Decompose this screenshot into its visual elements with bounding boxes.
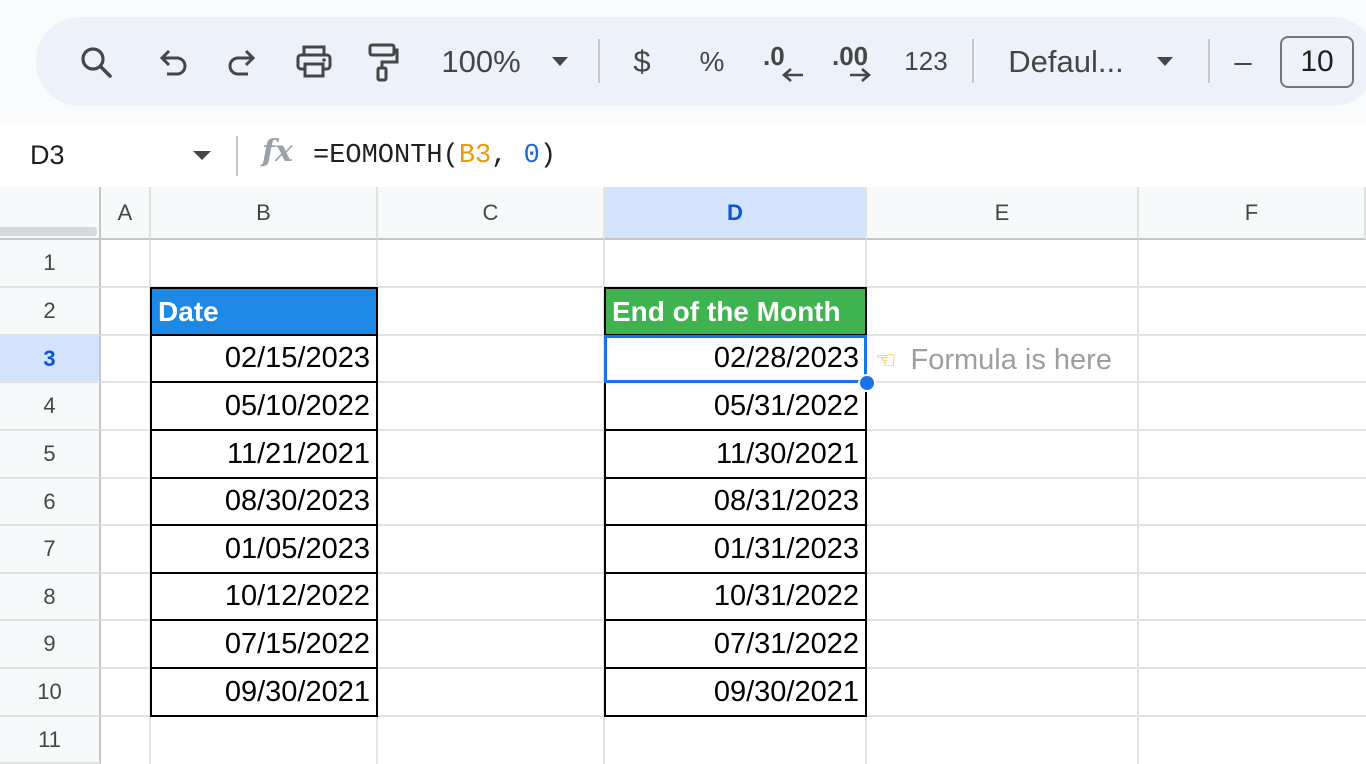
percent-format-button[interactable]: % [696,17,728,106]
row-header-7[interactable]: 7 [0,526,101,574]
fill-handle[interactable] [858,374,876,392]
date-cell[interactable]: 09/30/2021 [150,667,378,717]
formula-arg: 0 [523,140,540,171]
row-header-4[interactable]: 4 [0,383,101,431]
select-all-corner[interactable] [0,187,101,240]
pointing-hand-icon: ☜ [875,346,897,374]
end-of-month-cell[interactable]: 01/31/2023 [604,524,867,574]
function-icon: fx [262,134,293,169]
increase-decimal-button[interactable]: .00 [828,17,882,106]
toolbar-divider [598,39,600,83]
row-header-5[interactable]: 5 [0,431,101,479]
column-header-f[interactable]: F [1139,187,1366,240]
column-header-e[interactable]: E [867,187,1139,240]
row-header-3[interactable]: 3 [0,336,101,383]
formula-suffix: ) [539,140,557,171]
number-format-button[interactable]: 123 [902,17,950,106]
font-family-select[interactable]: Defaul... [1002,17,1130,106]
date-cell[interactable]: 01/05/2023 [150,524,378,574]
row-header-1[interactable]: 1 [0,240,101,288]
formula-bar: D3 fx =EOMONTH(B3, 0) [0,124,1366,187]
name-box[interactable]: D3 [30,124,65,187]
font-size-decrease-button[interactable]: – [1228,17,1258,106]
end-of-month-cell[interactable]: 08/31/2023 [604,477,867,526]
increase-decimal-arrow-icon [850,67,871,82]
date-cell[interactable]: 10/12/2022 [150,572,378,621]
row-header-2[interactable]: 2 [0,288,101,336]
end-of-month-cell[interactable]: 11/30/2021 [604,429,867,479]
search-icon[interactable] [74,17,118,106]
font-size-input[interactable]: 10 [1280,36,1354,88]
date-cell[interactable]: 11/21/2021 [150,429,378,479]
end-of-month-cell[interactable]: 02/28/2023 [604,334,867,383]
end-of-month-cell[interactable]: 09/30/2021 [604,667,867,717]
paint-format-icon[interactable] [361,17,405,106]
formula-note: ☜ Formula is here [875,337,1112,383]
date-cell[interactable]: 05/10/2022 [150,381,378,431]
date-header-cell[interactable]: Date [150,287,378,336]
undo-icon[interactable] [153,17,193,106]
toolbar-area: 100% $ % .0 .00 123 Defaul... – 10 [0,0,1366,124]
currency-format-button[interactable]: $ [626,17,658,106]
toolbar-divider [1208,39,1210,83]
date-cell[interactable]: 07/15/2022 [150,619,378,669]
caret-down-icon[interactable] [548,17,572,106]
formula-note-text: Formula is here [910,343,1112,376]
decrease-decimal-button[interactable]: .0 [758,17,808,106]
toolbar: 100% $ % .0 .00 123 Defaul... – [36,17,1366,106]
column-header-b[interactable]: B [151,187,378,240]
end-of-month-cell[interactable]: 07/31/2022 [604,619,867,669]
formula-prefix: =EOMONTH( [313,140,459,171]
column-header-d[interactable]: D [605,187,867,240]
formula-bar-divider [236,136,238,176]
decrease-decimal-arrow-icon [782,67,803,82]
row-header-11[interactable]: 11 [0,717,101,764]
caret-down-icon[interactable] [1153,17,1177,106]
row-header-9[interactable]: 9 [0,621,101,669]
formula-ref: B3 [458,140,492,171]
name-box-dropdown-icon[interactable] [193,151,211,160]
gridline [1137,240,1139,764]
row-header-10[interactable]: 10 [0,669,101,717]
end-of-month-header-cell[interactable]: End of the Month [604,287,867,336]
end-of-month-cell[interactable]: 10/31/2022 [604,572,867,621]
row-header-8[interactable]: 8 [0,574,101,621]
toolbar-divider [972,39,974,83]
formula-input[interactable]: =EOMONTH(B3, 0) [313,124,556,187]
column-header-c[interactable]: C [378,187,605,240]
formula-separator: , [491,140,524,171]
date-cell[interactable]: 02/15/2023 [150,334,378,383]
redo-icon[interactable] [222,17,262,106]
zoom-select[interactable]: 100% [436,17,526,106]
end-of-month-cell[interactable]: 05/31/2022 [604,381,867,431]
sheet-grid: A B C D E F 1 2 3 4 5 6 7 8 9 10 11 Date… [0,187,1366,764]
print-icon[interactable] [292,17,336,106]
column-header-a[interactable]: A [101,187,151,240]
row-header-6[interactable]: 6 [0,479,101,526]
date-cell[interactable]: 08/30/2023 [150,477,378,526]
